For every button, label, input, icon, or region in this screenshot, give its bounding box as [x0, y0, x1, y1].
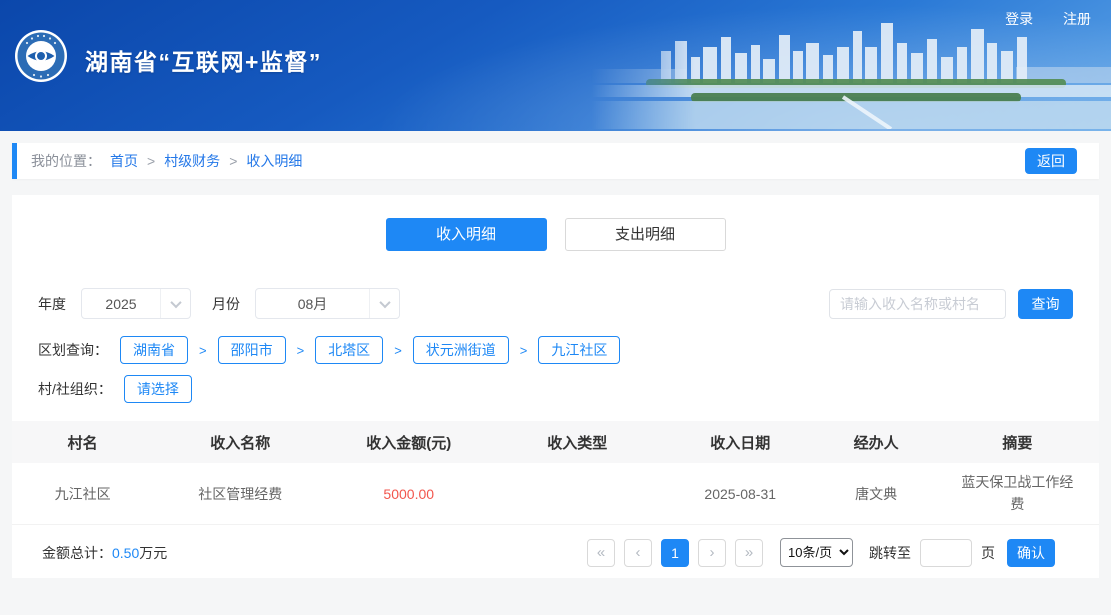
- col-header-village: 村名: [67, 434, 98, 452]
- jump-unit: 页: [981, 544, 995, 561]
- chevron-down-icon: [369, 289, 399, 318]
- auth-links: 登录 注册: [979, 9, 1091, 29]
- region-separator: >: [199, 342, 207, 358]
- col-header-amount: 收入金额(元): [366, 434, 452, 452]
- back-button[interactable]: 返回: [1025, 148, 1077, 174]
- page-title: 湖南省“互联网+监督”: [85, 49, 322, 75]
- org-filter-row: 村/社组织： 请选择: [38, 375, 1073, 403]
- breadcrumb-home[interactable]: 首页: [110, 151, 138, 171]
- col-header-operator: 经办人: [853, 434, 899, 452]
- region-separator: >: [519, 342, 528, 358]
- eye-badge-icon: [15, 30, 67, 82]
- col-header-income-name: 收入名称: [210, 434, 271, 452]
- pagination-last-button[interactable]: »: [735, 538, 763, 567]
- register-link[interactable]: 注册: [1063, 11, 1091, 27]
- pagination-prev-button[interactable]: ‹: [624, 538, 652, 567]
- region-street-button[interactable]: 状元洲街道: [412, 336, 509, 364]
- region-community-button[interactable]: 九江社区: [538, 336, 621, 364]
- breadcrumb-label: 我的位置：: [31, 153, 101, 169]
- month-select[interactable]: 08月: [255, 288, 400, 319]
- total-unit: 万元: [139, 544, 168, 561]
- region-filter-row: 区划查询： 湖南省 > 邵阳市 > 北塔区 > 状元洲街道 > 九江社区: [38, 336, 1073, 364]
- search-input[interactable]: [829, 288, 1006, 319]
- org-select-button[interactable]: 请选择: [123, 375, 192, 403]
- breadcrumb-separator: >: [229, 153, 238, 169]
- cell-income-name: 社区管理经费: [198, 485, 283, 502]
- income-table: 村名 收入名称 收入金额(元) 收入类型 收入日期 经办人 摘要 九江社区 社区…: [12, 421, 1099, 525]
- jump-page-input[interactable]: [920, 538, 972, 567]
- breadcrumb-separator: >: [147, 153, 156, 169]
- region-label: 区划查询：: [38, 342, 108, 358]
- region-province-button[interactable]: 湖南省: [120, 336, 188, 364]
- table-footer: 金额总计： 0.50 万元 « ‹ 1 › » 10条/页 跳转至 页 确认: [42, 538, 1055, 567]
- region-separator: >: [296, 342, 305, 358]
- col-header-date: 收入日期: [710, 434, 771, 452]
- col-header-income-type: 收入类型: [547, 434, 608, 452]
- summary-text: 蓝天保卫战工作经费: [961, 473, 1074, 512]
- total-label: 金额总计：: [42, 544, 112, 561]
- month-label: 月份: [212, 295, 240, 312]
- chevron-down-icon: [160, 289, 190, 318]
- page-size-select[interactable]: 10条/页: [780, 538, 853, 567]
- region-district-button[interactable]: 北塔区: [315, 336, 384, 364]
- year-select[interactable]: 2025: [81, 288, 191, 319]
- pagination-next-button[interactable]: ›: [698, 538, 726, 567]
- tab-income-detail[interactable]: 收入明细: [385, 218, 547, 251]
- month-select-value: 08月: [297, 295, 328, 312]
- total-value: 0.50: [112, 544, 140, 561]
- tab-expense-detail[interactable]: 支出明细: [564, 218, 726, 251]
- jump-label: 跳转至: [869, 544, 911, 561]
- table-header-row: 村名 收入名称 收入金额(元) 收入类型 收入日期 经办人 摘要: [12, 421, 1099, 463]
- col-header-summary: 摘要: [1002, 434, 1033, 452]
- cell-date: 2025-08-31: [704, 485, 777, 502]
- table-row: 九江社区 社区管理经费 5000.00 2025-08-31 唐文典 蓝天保卫战…: [12, 463, 1099, 525]
- year-select-value: 2025: [105, 295, 137, 312]
- pagination: « ‹ 1 › » 10条/页 跳转至 页 确认: [578, 538, 1055, 567]
- pagination-page-1-button[interactable]: 1: [661, 538, 689, 567]
- app-header: 湖南省“互联网+监督” 登录 注册: [0, 0, 1111, 131]
- breadcrumb-village-finance[interactable]: 村级财务: [164, 151, 220, 171]
- pagination-first-button[interactable]: «: [587, 538, 615, 567]
- cell-village: 九江社区: [54, 485, 111, 502]
- region-city-button[interactable]: 邵阳市: [217, 336, 286, 364]
- login-link[interactable]: 登录: [1005, 11, 1033, 27]
- detail-tabs: 收入明细 支出明细: [12, 195, 1099, 251]
- cell-amount: 5000.00: [383, 485, 435, 502]
- content-card: 收入明细 支出明细 年度 2025 月份 08月 查询 区划查询： 湖南省 > …: [12, 195, 1099, 578]
- breadcrumb: 我的位置： 首页 > 村级财务 > 收入明细 返回: [12, 143, 1099, 179]
- region-separator: >: [394, 342, 402, 358]
- city-skyline-image: [591, 23, 1111, 129]
- cell-operator: 唐文典: [855, 485, 898, 502]
- cell-summary: 蓝天保卫战工作经费: [936, 472, 1099, 515]
- query-button[interactable]: 查询: [1018, 288, 1073, 319]
- breadcrumb-income-detail[interactable]: 收入明细: [246, 151, 302, 171]
- confirm-button[interactable]: 确认: [1007, 538, 1055, 567]
- year-label: 年度: [38, 295, 66, 312]
- filter-row: 年度 2025 月份 08月 查询: [38, 288, 1073, 319]
- org-label: 村/社组织：: [38, 381, 112, 397]
